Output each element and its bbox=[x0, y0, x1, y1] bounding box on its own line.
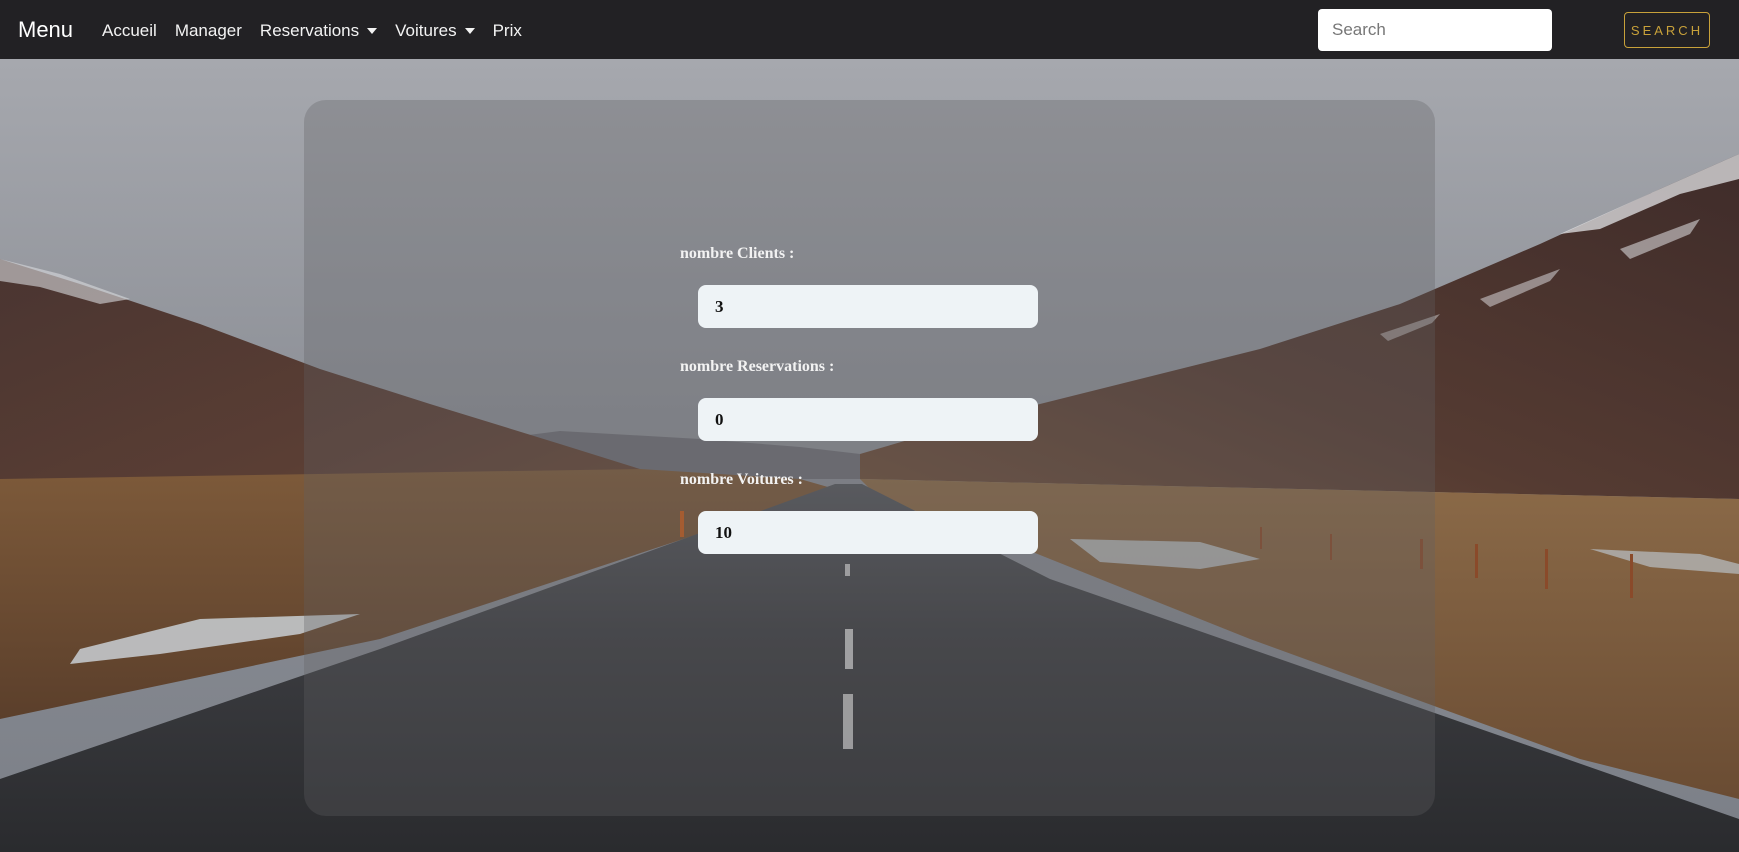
nav-dropdown-voitures[interactable]: Voitures bbox=[395, 20, 475, 42]
voitures-count-field[interactable] bbox=[698, 511, 1038, 554]
search-input[interactable] bbox=[1318, 9, 1552, 51]
caret-down-icon bbox=[464, 28, 475, 34]
caret-down-icon bbox=[367, 28, 378, 34]
search-button[interactable]: SEARCH bbox=[1624, 12, 1710, 48]
clients-count-field[interactable] bbox=[698, 285, 1038, 328]
nav-link-manager[interactable]: Manager bbox=[175, 20, 242, 42]
nav-dropdown-reservations[interactable]: Reservations bbox=[259, 20, 378, 42]
nav-links: Accueil Manager Reservations Voitures Pr… bbox=[102, 20, 540, 42]
nav-link-accueil[interactable]: Accueil bbox=[102, 20, 157, 42]
nav-link-label: Manager bbox=[174, 21, 242, 40]
brand-menu[interactable]: Menu bbox=[18, 17, 73, 43]
nav-link-label: Prix bbox=[492, 21, 522, 40]
nav-link-prix[interactable]: Prix bbox=[493, 20, 522, 42]
reservations-label: nombre Reservations : bbox=[680, 358, 835, 375]
navbar: Menu Accueil Manager Reservations Voitur… bbox=[0, 0, 1739, 59]
stats-card bbox=[304, 100, 1435, 816]
nav-link-label: Voitures bbox=[395, 21, 457, 40]
nav-link-label: Accueil bbox=[102, 21, 157, 40]
clients-label: nombre Clients : bbox=[680, 245, 795, 262]
nav-link-label: Reservations bbox=[259, 21, 360, 40]
reservations-count-field[interactable] bbox=[698, 398, 1038, 441]
voitures-label: nombre Voitures : bbox=[680, 471, 803, 488]
